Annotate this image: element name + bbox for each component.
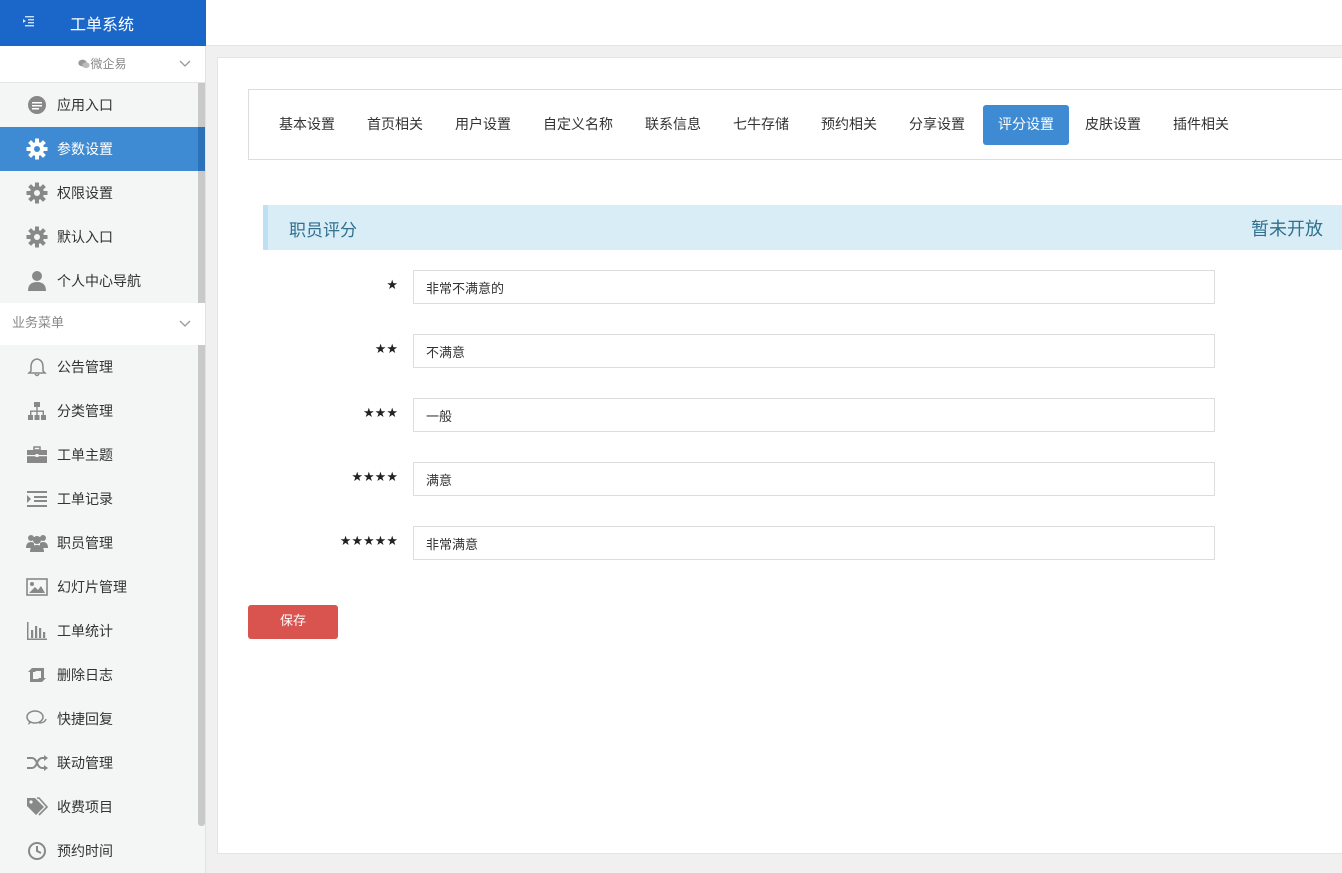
sidebar-item-default-entry[interactable]: 默认入口 bbox=[0, 215, 205, 259]
app-title: 工单系统 bbox=[70, 15, 135, 34]
chat-bubble-icon bbox=[26, 94, 48, 116]
rating-row: ★★★★ bbox=[318, 462, 1215, 496]
briefcase-icon bbox=[26, 444, 48, 466]
sidebar-item-params[interactable]: 参数设置 bbox=[0, 127, 205, 171]
chevron-down-icon bbox=[179, 320, 191, 327]
save-button[interactable]: 保存 bbox=[248, 605, 338, 639]
sidebar-item-label: 快捷回复 bbox=[57, 712, 113, 728]
rating-section-header: 职员评分 暂未开放 bbox=[263, 205, 1342, 250]
tab-custom-name[interactable]: 自定义名称 bbox=[529, 105, 627, 145]
sidebar-item-permissions[interactable]: 权限设置 bbox=[0, 171, 205, 215]
rating-row: ★ bbox=[318, 270, 1215, 304]
rating-row: ★★★★★ bbox=[318, 526, 1215, 560]
tab-skin[interactable]: 皮肤设置 bbox=[1071, 105, 1155, 145]
tab-contact[interactable]: 联系信息 bbox=[631, 105, 715, 145]
sidebar-item-announcements[interactable]: 公告管理 bbox=[0, 345, 205, 389]
tab-plugins[interactable]: 插件相关 bbox=[1159, 105, 1243, 145]
sidebar-section-business[interactable]: 业务菜单 bbox=[0, 303, 205, 345]
top-navbar bbox=[206, 0, 1342, 46]
bar-chart-icon bbox=[26, 620, 48, 642]
sidebar-item-quick-reply[interactable]: 快捷回复 bbox=[0, 697, 205, 741]
account-switcher[interactable]: 微企易 bbox=[0, 46, 205, 83]
rating-5-input[interactable] bbox=[413, 526, 1215, 560]
sidebar-item-label: 幻灯片管理 bbox=[57, 580, 127, 596]
star-label: ★★★★ bbox=[351, 470, 398, 485]
sidebar-item-label: 公告管理 bbox=[57, 360, 113, 376]
users-icon bbox=[26, 532, 48, 554]
sidebar-item-label: 默认入口 bbox=[57, 230, 113, 246]
sidebar-item-label: 收费项目 bbox=[57, 800, 113, 816]
tab-rating[interactable]: 评分设置 bbox=[983, 105, 1069, 145]
sidebar-item-label: 预约时间 bbox=[57, 844, 113, 860]
sidebar-item-ticket-stats[interactable]: 工单统计 bbox=[0, 609, 205, 653]
sidebar-item-ticket-records[interactable]: 工单记录 bbox=[0, 477, 205, 521]
section-title: 职员评分 bbox=[289, 221, 357, 241]
star-label: ★★★ bbox=[363, 406, 398, 421]
user-icon bbox=[26, 270, 48, 292]
rating-2-input[interactable] bbox=[413, 334, 1215, 368]
rating-4-input[interactable] bbox=[413, 462, 1215, 496]
rating-1-input[interactable] bbox=[413, 270, 1215, 304]
shuffle-icon bbox=[26, 752, 48, 774]
sidebar-item-delete-log[interactable]: 删除日志 bbox=[0, 653, 205, 697]
settings-tabbar: 基本设置 首页相关 用户设置 自定义名称 联系信息 七牛存储 预约相关 分享设置… bbox=[248, 89, 1342, 160]
tab-homepage[interactable]: 首页相关 bbox=[353, 105, 437, 145]
account-name: 微企易 bbox=[90, 57, 127, 71]
tab-share[interactable]: 分享设置 bbox=[895, 105, 979, 145]
gear-icon bbox=[26, 182, 48, 204]
sidebar-item-label: 联动管理 bbox=[57, 756, 113, 772]
tab-appointment[interactable]: 预约相关 bbox=[807, 105, 891, 145]
star-label: ★★★★★ bbox=[339, 534, 398, 549]
sidebar-item-label: 分类管理 bbox=[57, 404, 113, 420]
rating-3-input[interactable] bbox=[413, 398, 1215, 432]
menu-toggle-icon[interactable] bbox=[22, 14, 36, 28]
sidebar-item-label: 权限设置 bbox=[57, 186, 113, 202]
indent-list-icon bbox=[26, 488, 48, 510]
sidebar-item-label: 工单记录 bbox=[57, 492, 113, 508]
sidebar-item-fee-items[interactable]: 收费项目 bbox=[0, 785, 205, 829]
chevron-down-icon bbox=[179, 60, 191, 67]
sidebar-item-linkage[interactable]: 联动管理 bbox=[0, 741, 205, 785]
sidebar-item-label: 个人中心导航 bbox=[57, 274, 141, 290]
sidebar-item-label: 工单统计 bbox=[57, 624, 113, 640]
sidebar-item-staff[interactable]: 职员管理 bbox=[0, 521, 205, 565]
sidebar-item-label: 应用入口 bbox=[57, 98, 113, 114]
sidebar-item-appointment-time[interactable]: 预约时间 bbox=[0, 829, 205, 873]
section-status: 暂未开放 bbox=[1251, 219, 1323, 240]
sidebar-item-ticket-topics[interactable]: 工单主题 bbox=[0, 433, 205, 477]
sidebar-item-label: 工单主题 bbox=[57, 448, 113, 464]
sidebar-item-label: 删除日志 bbox=[57, 668, 113, 684]
tab-qiniu-storage[interactable]: 七牛存储 bbox=[719, 105, 803, 145]
tab-basic[interactable]: 基本设置 bbox=[265, 105, 349, 145]
gear-icon bbox=[26, 226, 48, 248]
sidebar-item-app-entry[interactable]: 应用入口 bbox=[0, 83, 205, 127]
sitemap-icon bbox=[26, 400, 48, 422]
sidebar-item-label: 职员管理 bbox=[57, 536, 113, 552]
clock-icon bbox=[26, 840, 48, 862]
image-icon bbox=[26, 576, 48, 598]
section-label: 业务菜单 bbox=[12, 316, 65, 331]
tags-icon bbox=[26, 796, 48, 818]
tab-user[interactable]: 用户设置 bbox=[441, 105, 525, 145]
retweet-icon bbox=[26, 664, 48, 686]
sidebar: 微企易 应用入口 参数设置 权限设置 默认入口 个人中心导航 业务菜单 公告管理… bbox=[0, 46, 206, 873]
sidebar-item-personal-nav[interactable]: 个人中心导航 bbox=[0, 259, 205, 303]
comments-icon bbox=[26, 708, 48, 730]
wechat-icon bbox=[78, 59, 91, 69]
bell-icon bbox=[26, 356, 48, 378]
sidebar-item-slideshow[interactable]: 幻灯片管理 bbox=[0, 565, 205, 609]
rating-row: ★★ bbox=[318, 334, 1215, 368]
main-panel: 基本设置 首页相关 用户设置 自定义名称 联系信息 七牛存储 预约相关 分享设置… bbox=[217, 57, 1342, 854]
sidebar-item-label: 参数设置 bbox=[57, 142, 113, 158]
sidebar-item-categories[interactable]: 分类管理 bbox=[0, 389, 205, 433]
rating-row: ★★★ bbox=[318, 398, 1215, 432]
gear-icon bbox=[26, 138, 48, 160]
star-label: ★★ bbox=[374, 342, 398, 357]
star-label: ★ bbox=[386, 278, 398, 293]
brand-header: 工单系统 bbox=[0, 0, 206, 46]
